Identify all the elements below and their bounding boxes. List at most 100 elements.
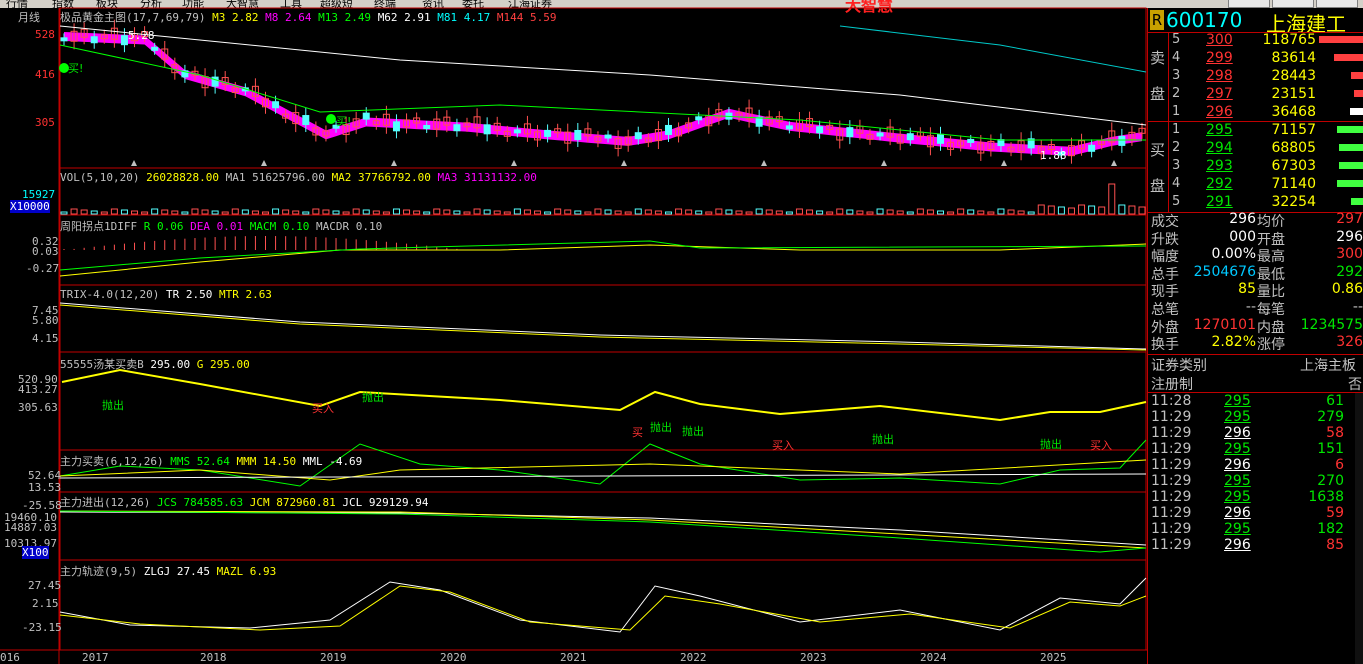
stat-row: 总手 2504676 最低 292: [1151, 263, 1363, 283]
level-volume: 67303: [1271, 158, 1316, 174]
window-button[interactable]: [1272, 0, 1314, 8]
window-button[interactable]: [1228, 0, 1270, 8]
stat-row: 成交 296 均价 297: [1151, 211, 1363, 230]
price-low-label: 1.88: [1040, 149, 1067, 162]
macd-axis-label: 0.03: [32, 245, 59, 258]
tick-row: 11:29 296 6: [1151, 457, 1344, 473]
volume-bar: [221, 211, 229, 215]
x-axis-label: 2020: [440, 651, 467, 664]
ask-level-row[interactable]: 1 296 36468: [1148, 104, 1363, 120]
window-button[interactable]: [1316, 0, 1358, 8]
level-volume: 36468: [1271, 104, 1316, 120]
trix-line: [59, 302, 1147, 350]
candle-body: [211, 76, 219, 87]
bid-level-row[interactable]: 2 294 68805: [1148, 140, 1363, 156]
candle-body: [574, 129, 582, 140]
candle-body: [937, 133, 945, 144]
marker-triangle: [761, 160, 767, 166]
ask-level-row[interactable]: 2 297 23151: [1148, 86, 1363, 102]
level-number: 4: [1172, 50, 1181, 65]
candle-body: [876, 132, 884, 137]
candle-body: [120, 35, 128, 46]
stat-row: 外盘 1270101 内盘 1234575: [1151, 316, 1363, 336]
depth-bar: [1351, 72, 1363, 79]
volume-bar: [1128, 205, 1136, 215]
sell-signal-tag: 抛出: [682, 425, 704, 438]
volume-bar: [352, 208, 360, 215]
bid-level-row[interactable]: 1 295 71157: [1148, 122, 1363, 138]
volume-bar: [755, 208, 763, 215]
level-number: 1: [1172, 122, 1181, 137]
price-axis-label: 528: [35, 28, 55, 41]
zljc-header: 主力进出(12,26) JCS 784585.63 JCM 872960.81 …: [60, 496, 429, 509]
x-axis-label: 2023: [800, 651, 827, 664]
depth-bar: [1339, 144, 1363, 151]
volume-bar: [231, 208, 239, 215]
buy-signal-tag: 买!: [336, 115, 352, 128]
macd-line: [59, 243, 1147, 277]
volume-bar: [171, 210, 179, 215]
zljc-line: [59, 511, 1147, 546]
level-price: 294: [1206, 140, 1233, 156]
volume-bar: [987, 211, 995, 215]
stock-code: 600170: [1166, 8, 1243, 32]
volume-bar: [362, 209, 370, 215]
volume-bar: [836, 208, 844, 215]
volume-bar: [372, 210, 380, 215]
volume-bar: [181, 211, 189, 215]
category-row: 证券类别 上海主板: [1151, 358, 1356, 374]
tang-line: [61, 368, 1147, 422]
candle-body: [90, 36, 98, 44]
candle-body: [906, 133, 914, 141]
volume-bar: [151, 208, 159, 215]
level-price: 299: [1206, 50, 1233, 66]
volume-bar: [493, 210, 501, 215]
marker-triangle: [621, 160, 627, 166]
tick-row: 11:29 295 270: [1151, 473, 1344, 489]
volume-bar: [403, 209, 411, 215]
candle-body: [967, 138, 975, 143]
candle-body: [816, 126, 824, 134]
tick-row: 11:29 295 279: [1151, 409, 1344, 425]
period-label[interactable]: 月线: [18, 9, 40, 25]
candle-body: [695, 116, 703, 121]
volume-bar: [342, 211, 350, 215]
volume-bar: [1118, 204, 1126, 215]
volume-bar: [110, 208, 118, 215]
level-price: 291: [1206, 194, 1233, 210]
tick-scrollbar[interactable]: [1355, 393, 1363, 664]
marker-triangle: [1111, 160, 1117, 166]
candle-body: [604, 134, 612, 139]
depth-bar: [1351, 198, 1363, 205]
trix-axis-label: 4.15: [32, 332, 59, 345]
volume-bar: [795, 208, 803, 215]
volume-bar: [261, 211, 269, 215]
level-price: 292: [1206, 176, 1233, 192]
ask-level-row[interactable]: 4 299 83614: [1148, 50, 1363, 66]
volume-bar: [191, 208, 199, 215]
tick-row: 11:29 296 58: [1151, 425, 1344, 441]
zljc-line: [59, 510, 1147, 549]
ask-level-row[interactable]: 5 300 118765: [1148, 32, 1363, 48]
sell-signal-tag: 抛出: [650, 421, 672, 434]
volume-bar: [1088, 205, 1096, 215]
candle-body: [634, 132, 642, 140]
volume-bar: [876, 208, 884, 215]
ma-ribbon: [64, 32, 1142, 156]
volume-bar: [312, 208, 320, 215]
volume-bar: [806, 209, 814, 215]
ask-level-row[interactable]: 3 298 28443: [1148, 68, 1363, 84]
bid-level-row[interactable]: 4 292 71140: [1148, 176, 1363, 192]
volume-bar: [715, 208, 723, 215]
volume-bar: [463, 211, 471, 215]
candle-body: [483, 124, 491, 135]
bid-level-row[interactable]: 3 293 67303: [1148, 158, 1363, 174]
candle-body: [272, 101, 280, 109]
buy-signal-tag: 买入: [772, 439, 794, 452]
depth-bar: [1350, 108, 1363, 115]
volume-bar: [1007, 209, 1015, 215]
macd-line: [59, 240, 1147, 271]
volume-bar: [534, 210, 542, 215]
volume-bar: [906, 211, 914, 215]
bid-level-row[interactable]: 5 291 32254: [1148, 194, 1363, 210]
